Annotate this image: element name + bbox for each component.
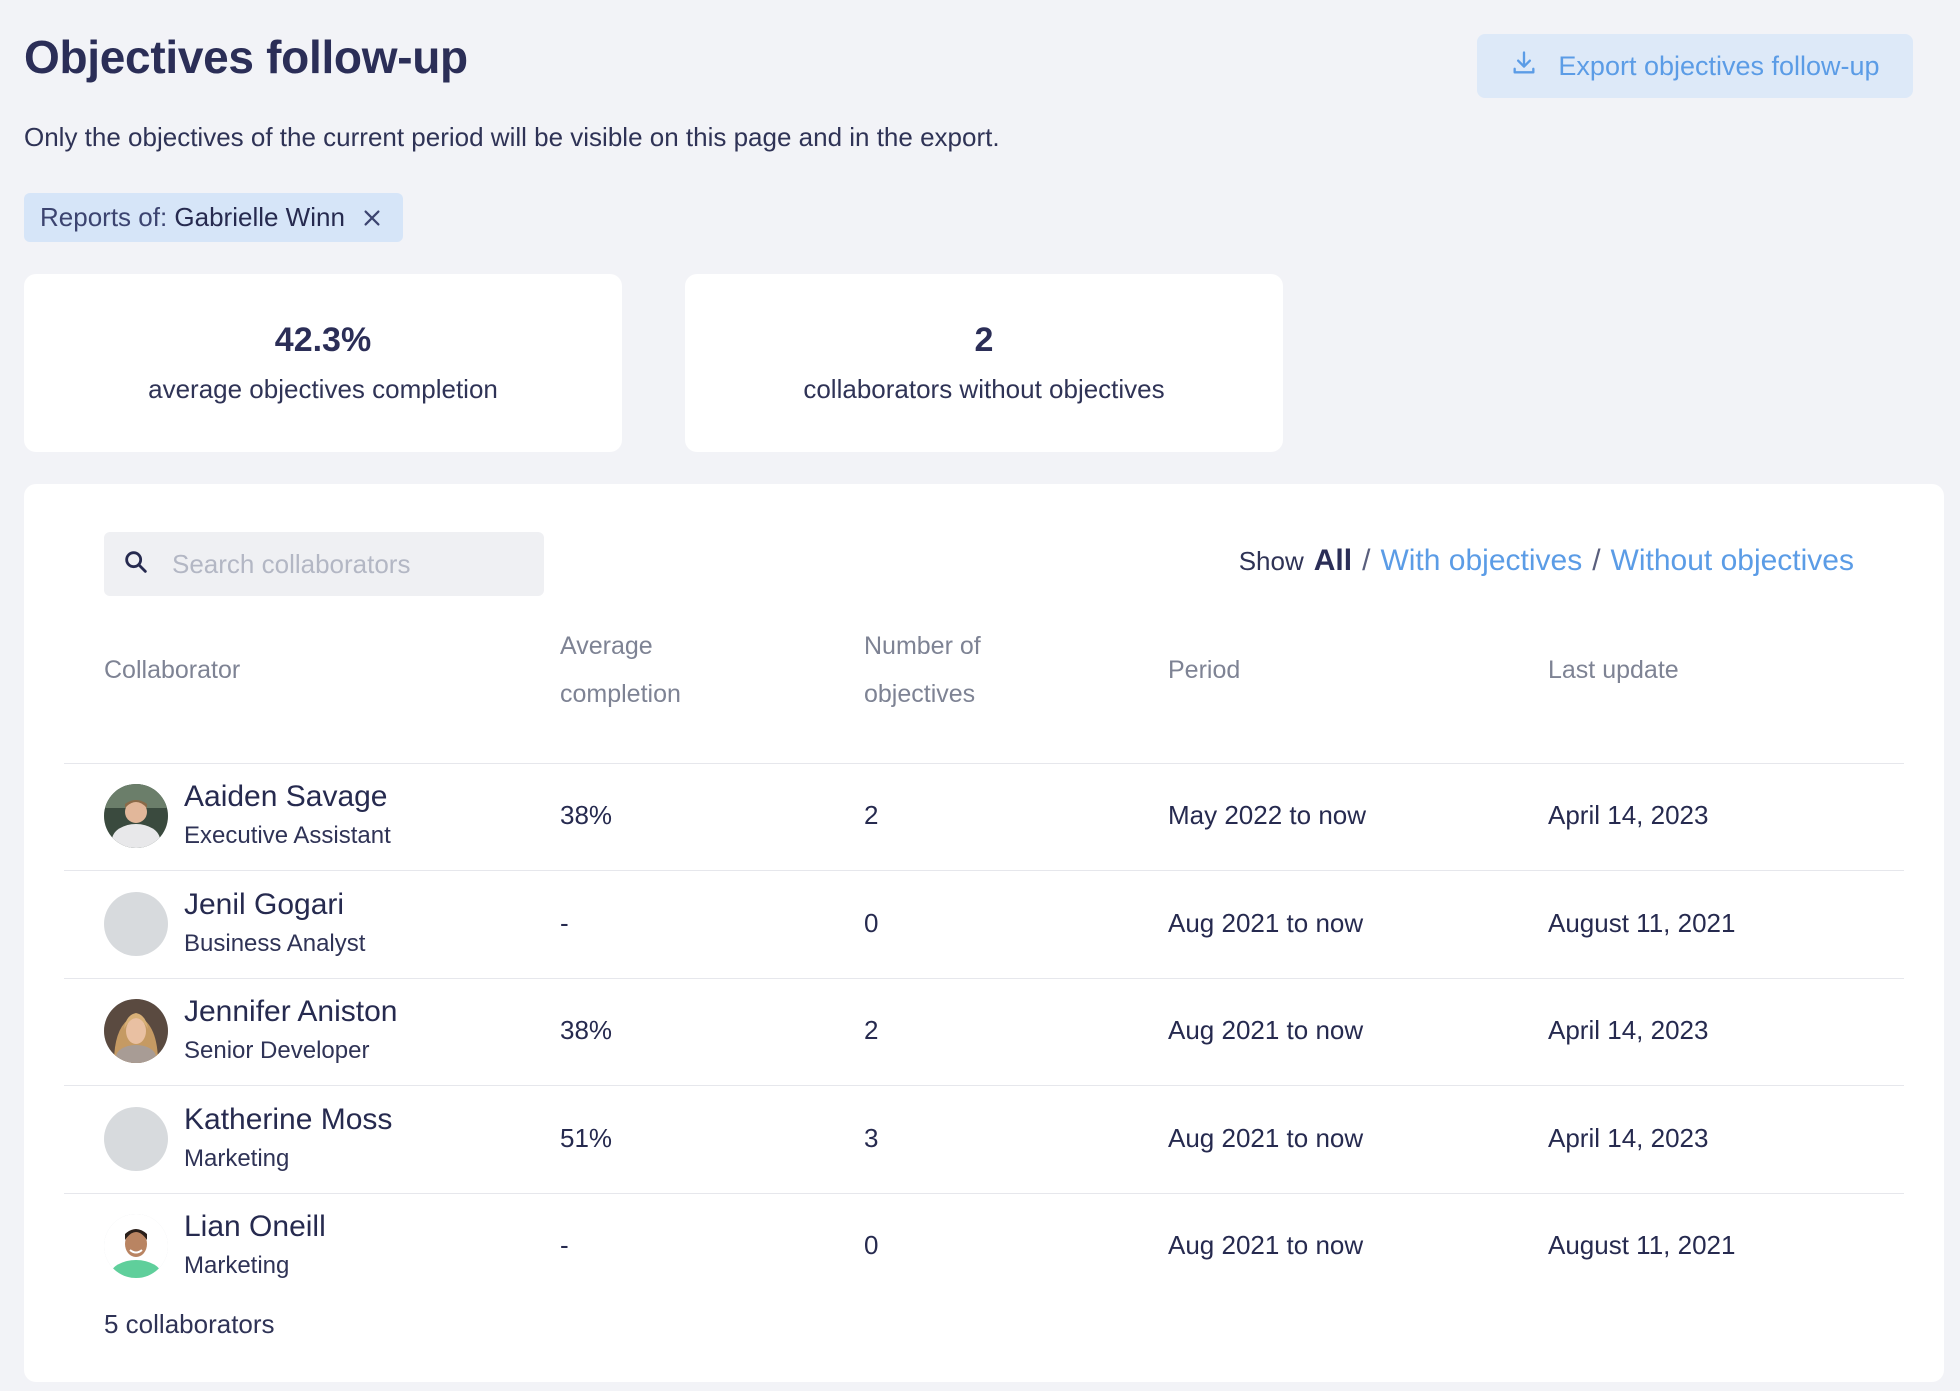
search-icon xyxy=(122,548,150,581)
collaborator-role: Marketing xyxy=(184,1252,290,1279)
period: May 2022 to now xyxy=(1168,800,1367,830)
number-of-objectives: 3 xyxy=(864,1123,879,1153)
close-icon[interactable] xyxy=(361,207,383,229)
average-completion: 38% xyxy=(560,800,613,830)
last-update: August 11, 2021 xyxy=(1548,908,1736,938)
last-update: April 14, 2023 xyxy=(1548,800,1709,830)
header-line: Number of xyxy=(864,632,981,660)
period: Aug 2021 to now xyxy=(1168,1015,1364,1045)
collaborators-count: 5 collaborators xyxy=(104,1309,275,1339)
search-box xyxy=(104,532,544,596)
show-filter: Show All / With objectives / Without obj… xyxy=(1239,544,1854,578)
number-of-objectives: 2 xyxy=(864,1015,879,1045)
collaborator-role: Executive Assistant xyxy=(184,822,391,849)
period: Aug 2021 to now xyxy=(1168,1123,1364,1153)
search-input[interactable] xyxy=(172,548,532,580)
avatar xyxy=(104,1214,168,1278)
number-of-objectives: 2 xyxy=(864,800,879,830)
column-header-period[interactable]: Period xyxy=(1168,646,1240,694)
stat-value: 42.3% xyxy=(274,321,372,359)
avatar xyxy=(104,784,168,848)
header-line: objectives xyxy=(864,680,976,708)
show-filter-prefix: Show xyxy=(1238,546,1304,576)
stat-label: collaborators without objectives xyxy=(803,374,1165,404)
period: Aug 2021 to now xyxy=(1168,1230,1364,1260)
period: Aug 2021 to now xyxy=(1168,908,1364,938)
header-line: Average xyxy=(560,632,653,660)
export-button-label: Export objectives follow-up xyxy=(1558,50,1880,81)
show-filter-separator: / xyxy=(1592,544,1601,577)
last-update: April 14, 2023 xyxy=(1548,1123,1709,1153)
table-row[interactable]: Jennifer Aniston Senior Developer 38% 2 … xyxy=(64,979,1904,1086)
avatar-placeholder xyxy=(104,1107,168,1171)
average-completion: - xyxy=(560,1230,569,1260)
filter-chip-value: Gabrielle Winn xyxy=(174,202,345,232)
filter-chip-label: Reports of: xyxy=(40,202,168,232)
collaborator-role: Senior Developer xyxy=(184,1037,370,1064)
number-of-objectives: 0 xyxy=(864,1230,879,1260)
page-subtitle: Only the objectives of the current perio… xyxy=(24,122,1000,152)
avatar xyxy=(104,999,168,1063)
avatar-placeholder xyxy=(104,892,168,956)
collaborator-role: Business Analyst xyxy=(184,930,366,957)
stat-value: 2 xyxy=(974,321,994,359)
header-line: completion xyxy=(560,680,681,708)
average-completion: - xyxy=(560,908,569,938)
collaborator-name[interactable]: Katherine Moss xyxy=(184,1103,392,1137)
show-filter-with-objectives[interactable]: With objectives xyxy=(1380,544,1582,578)
stat-card-average-completion: 42.3% average objectives completion xyxy=(24,274,622,452)
stat-label: average objectives completion xyxy=(148,374,498,404)
show-filter-all[interactable]: All xyxy=(1314,544,1352,578)
export-objectives-button[interactable]: Export objectives follow-up xyxy=(1477,34,1913,98)
collaborator-role: Marketing xyxy=(184,1145,290,1172)
column-header-number-of-objectives[interactable]: Number of objectives xyxy=(864,622,981,718)
show-filter-without-objectives[interactable]: Without objectives xyxy=(1611,544,1854,578)
table-row[interactable]: Lian Oneill Marketing - 0 Aug 2021 to no… xyxy=(64,1194,1904,1301)
average-completion: 51% xyxy=(560,1123,613,1153)
last-update: April 14, 2023 xyxy=(1548,1015,1709,1045)
collaborators-table-card: Show All / With objectives / Without obj… xyxy=(24,484,1944,1382)
download-icon xyxy=(1510,49,1538,84)
page-title: Objectives follow-up xyxy=(24,31,468,83)
number-of-objectives: 0 xyxy=(864,908,879,938)
objectives-follow-up-page: Objectives follow-up Export objectives f… xyxy=(0,0,1960,1391)
collaborator-name[interactable]: Jennifer Aniston xyxy=(184,995,397,1029)
table-row[interactable]: Katherine Moss Marketing 51% 3 Aug 2021 … xyxy=(64,1087,1904,1194)
reports-of-filter-chip: Reports of: Gabrielle Winn xyxy=(24,193,403,242)
collaborator-name[interactable]: Jenil Gogari xyxy=(184,888,344,922)
collaborator-name[interactable]: Lian Oneill xyxy=(184,1210,326,1244)
stat-card-without-objectives: 2 collaborators without objectives xyxy=(685,274,1283,452)
column-header-average-completion[interactable]: Average completion xyxy=(560,622,681,718)
show-filter-separator: / xyxy=(1362,544,1371,577)
column-header-collaborator[interactable]: Collaborator xyxy=(104,646,240,694)
table-row[interactable]: Jenil Gogari Business Analyst - 0 Aug 20… xyxy=(64,872,1904,979)
table-row[interactable]: Aaiden Savage Executive Assistant 38% 2 … xyxy=(64,764,1904,871)
collaborator-name[interactable]: Aaiden Savage xyxy=(184,780,388,814)
average-completion: 38% xyxy=(560,1015,613,1045)
column-header-last-update[interactable]: Last update xyxy=(1548,646,1679,694)
last-update: August 11, 2021 xyxy=(1548,1230,1736,1260)
